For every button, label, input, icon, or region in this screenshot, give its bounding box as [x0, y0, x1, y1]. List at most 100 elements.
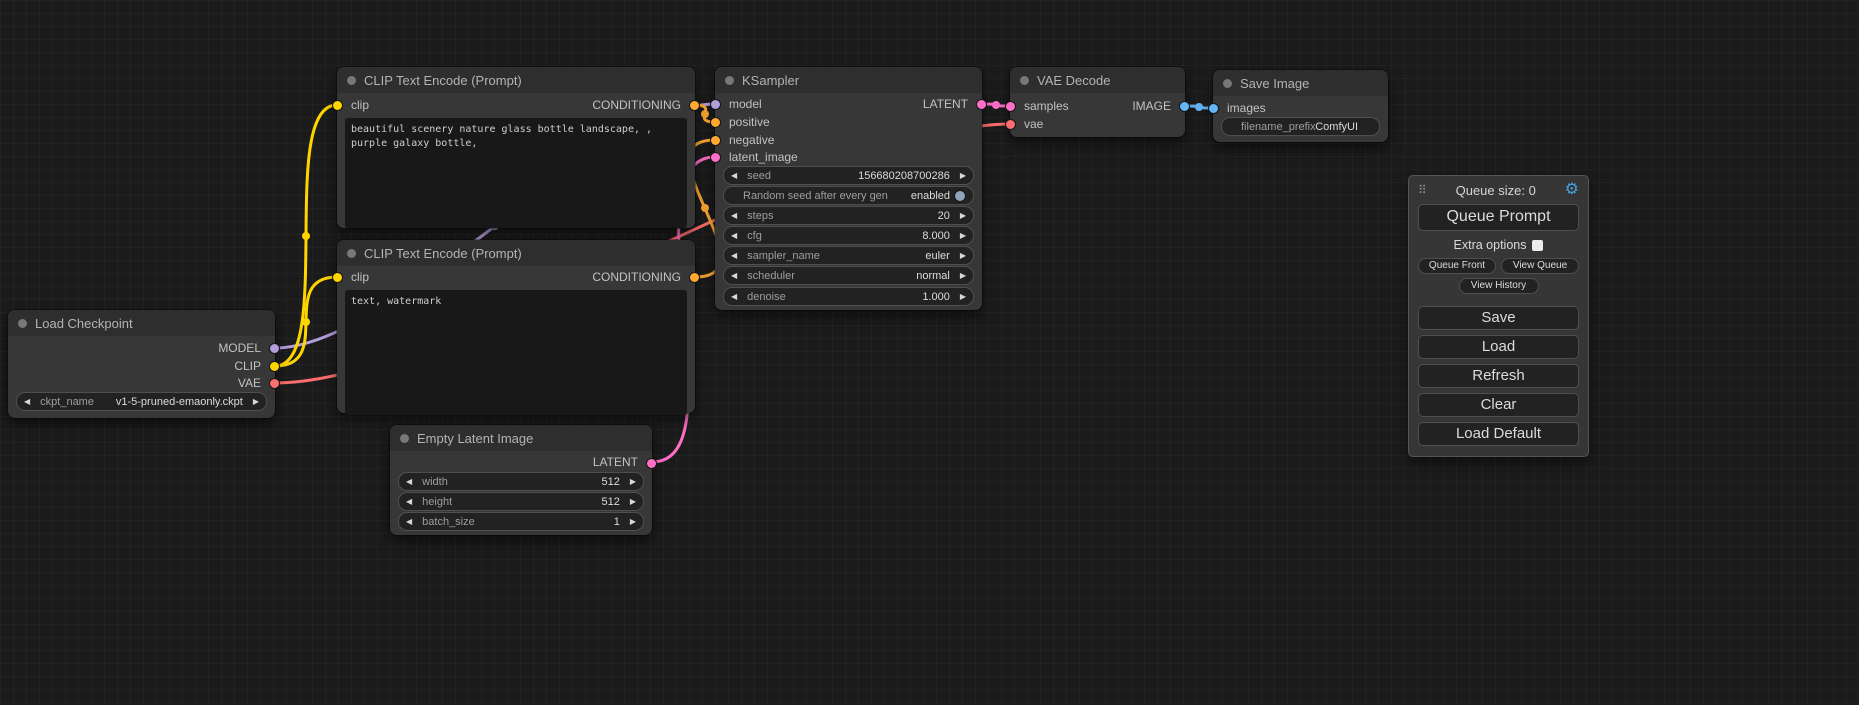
input-port-model[interactable] [710, 99, 721, 110]
input-port-vae[interactable] [1005, 119, 1016, 130]
output-port-model[interactable] [269, 343, 280, 354]
refresh-button[interactable]: Refresh [1418, 364, 1579, 388]
collapse-dot[interactable] [347, 76, 356, 85]
combo-prev-icon[interactable]: ◀ [731, 251, 737, 260]
input-label-positive: positive [729, 114, 770, 130]
node-title-bar[interactable]: KSampler [715, 67, 982, 93]
load-default-button[interactable]: Load Default [1418, 422, 1579, 446]
increment-icon[interactable]: ▶ [960, 231, 966, 240]
input-port-latent-image[interactable] [710, 152, 721, 163]
output-port-conditioning[interactable] [689, 272, 700, 283]
widget-denoise[interactable]: ◀ denoise 1.000 ▶ [723, 287, 974, 306]
decrement-icon[interactable]: ◀ [406, 517, 412, 526]
extra-options-checkbox[interactable] [1532, 240, 1543, 251]
output-port-conditioning[interactable] [689, 100, 700, 111]
node-vae-decode[interactable]: VAE Decode samples vae IMAGE [1010, 67, 1185, 137]
widget-label: denoise [747, 291, 786, 303]
increment-icon[interactable]: ▶ [630, 477, 636, 486]
extra-options-row: Extra options [1418, 238, 1579, 252]
output-port-image[interactable] [1179, 101, 1190, 112]
widget-batch-size[interactable]: ◀ batch_size 1 ▶ [398, 512, 644, 531]
toggle-dot[interactable] [954, 190, 966, 202]
widget-width[interactable]: ◀ width 512 ▶ [398, 472, 644, 491]
widget-steps[interactable]: ◀ steps 20 ▶ [723, 206, 974, 225]
output-port-latent[interactable] [646, 458, 657, 469]
node-title-bar[interactable]: Load Checkpoint [8, 310, 275, 336]
widget-filename-prefix[interactable]: filename_prefix ComfyUI [1221, 117, 1380, 136]
combo-prev-icon[interactable]: ◀ [731, 271, 737, 280]
combo-next-icon[interactable]: ▶ [960, 251, 966, 260]
output-port-latent[interactable] [976, 99, 987, 110]
clear-button[interactable]: Clear [1418, 393, 1579, 417]
collapse-dot[interactable] [400, 434, 409, 443]
combo-next-icon[interactable]: ▶ [253, 397, 259, 406]
prompt-textarea[interactable]: beautiful scenery nature glass bottle la… [345, 118, 687, 228]
widget-seed[interactable]: ◀ seed 156680208700286 ▶ [723, 166, 974, 185]
widget-label: steps [747, 210, 773, 222]
decrement-icon[interactable]: ◀ [731, 211, 737, 220]
node-title: Load Checkpoint [35, 316, 133, 331]
input-port-samples[interactable] [1005, 101, 1016, 112]
queue-front-button[interactable]: Queue Front [1418, 258, 1496, 274]
widget-label: cfg [747, 230, 762, 242]
widget-random-seed-toggle[interactable]: Random seed after every gen enabled [723, 186, 974, 205]
input-label-negative: negative [729, 132, 774, 148]
increment-icon[interactable]: ▶ [960, 211, 966, 220]
collapse-dot[interactable] [1223, 79, 1232, 88]
node-title-bar[interactable]: VAE Decode [1010, 67, 1185, 93]
increment-icon[interactable]: ▶ [960, 292, 966, 301]
collapse-dot[interactable] [1020, 76, 1029, 85]
input-port-positive[interactable] [710, 117, 721, 128]
queue-prompt-button[interactable]: Queue Prompt [1418, 204, 1579, 231]
increment-icon[interactable]: ▶ [960, 171, 966, 180]
input-port-clip[interactable] [332, 100, 343, 111]
widget-label: Random seed after every gen [743, 190, 888, 202]
input-port-negative[interactable] [710, 135, 721, 146]
node-save-image[interactable]: Save Image images filename_prefix ComfyU… [1213, 70, 1388, 142]
combo-next-icon[interactable]: ▶ [960, 271, 966, 280]
decrement-icon[interactable]: ◀ [406, 497, 412, 506]
node-clip-text-encode-negative[interactable]: CLIP Text Encode (Prompt) clip CONDITION… [337, 240, 695, 413]
input-port-clip[interactable] [332, 272, 343, 283]
view-history-button[interactable]: View History [1459, 278, 1539, 294]
input-port-images[interactable] [1208, 103, 1219, 114]
decrement-icon[interactable]: ◀ [406, 477, 412, 486]
load-button[interactable]: Load [1418, 335, 1579, 359]
view-queue-button[interactable]: View Queue [1501, 258, 1579, 274]
node-title-bar[interactable]: Save Image [1213, 70, 1388, 96]
decrement-icon[interactable]: ◀ [731, 231, 737, 240]
collapse-dot[interactable] [18, 319, 27, 328]
node-load-checkpoint[interactable]: Load Checkpoint MODEL CLIP VAE ◀ ckpt_na… [8, 310, 275, 418]
save-button[interactable]: Save [1418, 306, 1579, 330]
widget-cfg[interactable]: ◀ cfg 8.000 ▶ [723, 226, 974, 245]
combo-prev-icon[interactable]: ◀ [24, 397, 30, 406]
widget-value: 8.000 [922, 230, 950, 242]
node-title-bar[interactable]: CLIP Text Encode (Prompt) [337, 67, 695, 93]
increment-icon[interactable]: ▶ [630, 517, 636, 526]
decrement-icon[interactable]: ◀ [731, 171, 737, 180]
view-history-row: View History [1418, 278, 1579, 294]
comfyui-canvas[interactable]: { "colors": { "model": "#b39ddb", "clip"… [0, 0, 1859, 705]
node-title-bar[interactable]: CLIP Text Encode (Prompt) [337, 240, 695, 266]
link-clip-to-positive-encode [275, 105, 337, 366]
output-port-vae[interactable] [269, 378, 280, 389]
prompt-textarea[interactable]: text, watermark [345, 290, 687, 415]
widget-scheduler[interactable]: ◀ scheduler normal ▶ [723, 266, 974, 285]
node-clip-text-encode-positive[interactable]: CLIP Text Encode (Prompt) clip CONDITION… [337, 67, 695, 228]
collapse-dot[interactable] [725, 76, 734, 85]
node-empty-latent-image[interactable]: Empty Latent Image LATENT ◀ width 512 ▶ … [390, 425, 652, 535]
node-ksampler[interactable]: KSampler model positive negative latent_… [715, 67, 982, 310]
increment-icon[interactable]: ▶ [630, 497, 636, 506]
output-port-clip[interactable] [269, 361, 280, 372]
drag-handle-icon[interactable]: ⠿ [1418, 183, 1427, 197]
collapse-dot[interactable] [347, 249, 356, 258]
widget-ckpt-name[interactable]: ◀ ckpt_name v1-5-pruned-emaonly.ckpt ▶ [16, 392, 267, 411]
widget-label: height [422, 496, 452, 508]
widget-sampler-name[interactable]: ◀ sampler_name euler ▶ [723, 246, 974, 265]
settings-gear-icon[interactable]: ⚙ [1565, 182, 1579, 198]
node-title-bar[interactable]: Empty Latent Image [390, 425, 652, 451]
decrement-icon[interactable]: ◀ [731, 292, 737, 301]
node-title: CLIP Text Encode (Prompt) [364, 73, 522, 88]
widget-height[interactable]: ◀ height 512 ▶ [398, 492, 644, 511]
input-label-vae: vae [1024, 116, 1043, 132]
